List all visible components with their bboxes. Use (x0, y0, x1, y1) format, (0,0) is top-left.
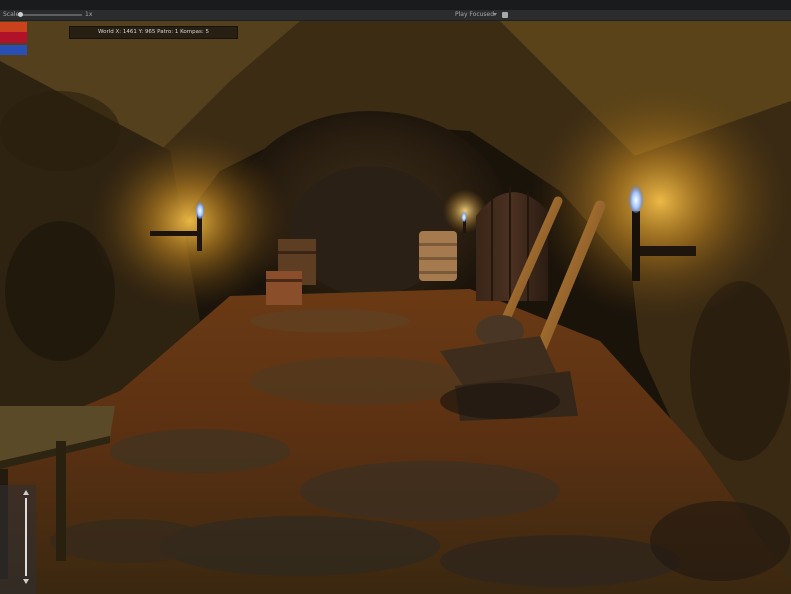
scale-value: 1x (85, 11, 93, 18)
window-top-strip (0, 0, 791, 10)
arrow-up-icon[interactable] (23, 490, 29, 495)
scale-slider-handle[interactable] (18, 12, 23, 17)
color-swatch-blue[interactable] (0, 45, 27, 55)
world-coordinates-readout: World X: 1461 Y: 965 Patro: 1 Kompas: 5 (69, 26, 238, 39)
cave-scene (0, 21, 791, 594)
play-mode-dropdown[interactable]: Play Focused (455, 10, 494, 20)
game-view-toolbar: Scale 1x Play Focused (0, 10, 791, 21)
chevron-down-icon[interactable] (493, 13, 497, 16)
color-swatch-red[interactable] (0, 32, 27, 43)
game-viewport[interactable] (0, 21, 791, 594)
color-swatch-orange[interactable] (0, 22, 27, 32)
arrow-down-icon[interactable] (23, 579, 29, 584)
vertical-slider-track[interactable] (25, 498, 27, 576)
scale-label: Scale (3, 11, 20, 18)
scale-slider-track[interactable] (21, 14, 82, 16)
camera-icon[interactable] (502, 12, 508, 18)
vertical-slider-panel (0, 485, 36, 594)
